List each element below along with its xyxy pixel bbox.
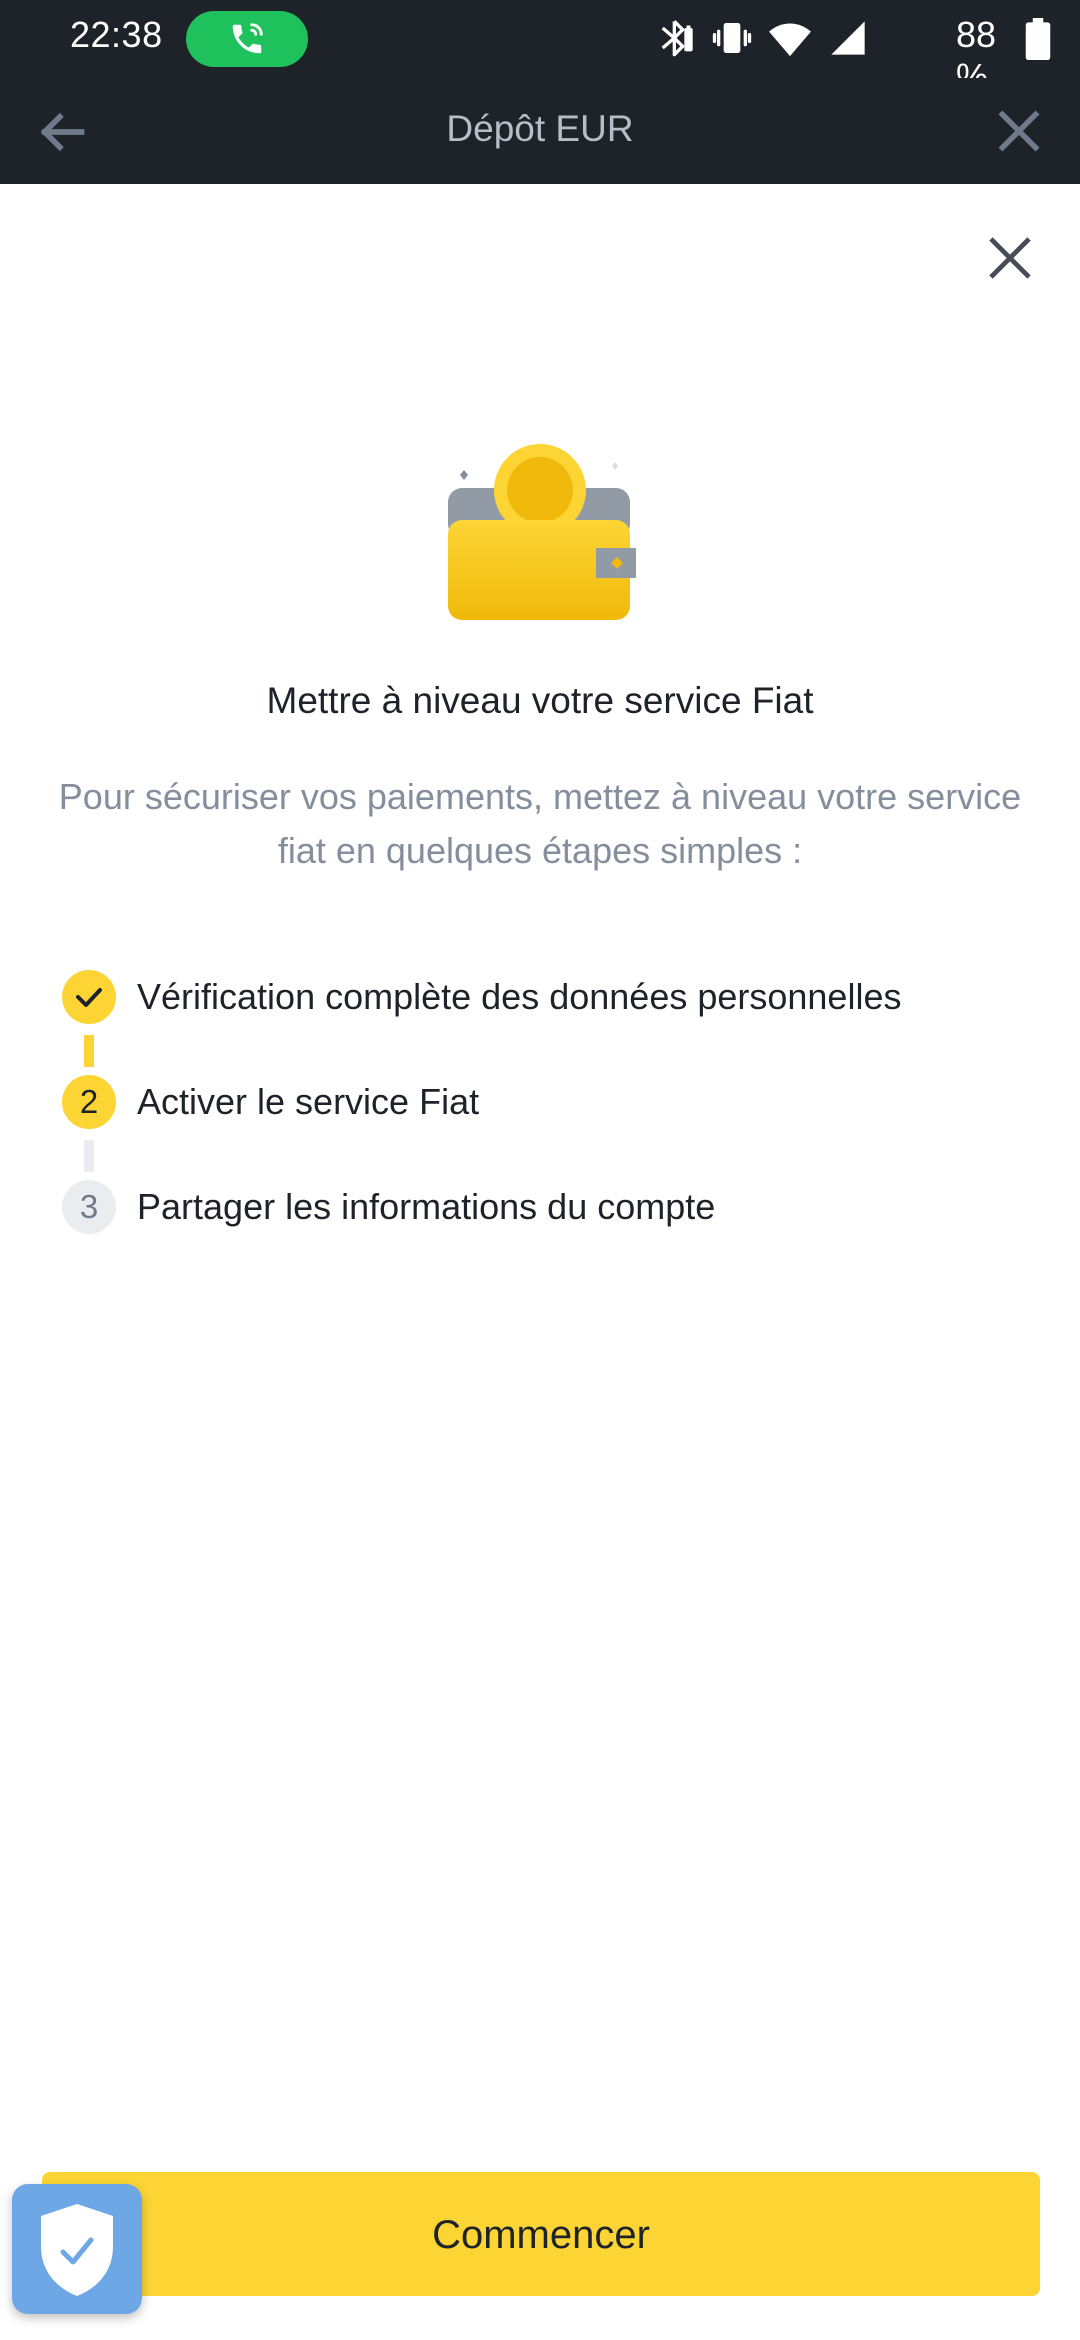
security-shield-badge[interactable] [12, 2184, 142, 2314]
checkmark-icon [76, 988, 102, 1007]
signal-icon [831, 21, 865, 55]
app-header: Dépôt EUR [0, 78, 1080, 184]
shield-check-icon [41, 2204, 113, 2296]
wifi-icon [769, 23, 811, 57]
wallet-coin-illustration [448, 444, 636, 620]
step-3-label: Partager les informations du compte [137, 1186, 716, 1227]
step-connector-1 [84, 1035, 94, 1067]
step-1-label: Vérification complète des données person… [137, 976, 902, 1017]
start-button[interactable]: Commencer [42, 2172, 1040, 2296]
step-2-indicator: 2 [62, 1075, 116, 1129]
step-1: Vérification complète des données person… [62, 970, 1042, 1026]
step-1-indicator [62, 970, 116, 1024]
step-connector-2 [84, 1140, 94, 1172]
phone-call-icon [232, 23, 263, 54]
headline: Mettre à niveau votre service Fiat [266, 680, 814, 721]
status-bar: 22:38 88 % [0, 0, 1080, 97]
battery-icon [1025, 18, 1051, 60]
step-2: 2 Activer le service Fiat [62, 1075, 1042, 1131]
step-2-label: Activer le service Fiat [137, 1081, 480, 1122]
modal-close-icon[interactable] [984, 232, 1036, 284]
status-time: 22:38 [70, 14, 163, 55]
page-title: Dépôt EUR [446, 108, 634, 149]
vibrate-icon [712, 23, 752, 53]
step-3: 3 Partager les informations du compte [62, 1180, 1042, 1236]
screen: 22:38 88 % Dépôt EUR Mettre à niveau vot… [0, 0, 1080, 2340]
step-3-indicator: 3 [62, 1180, 116, 1234]
close-icon[interactable] [994, 106, 1044, 156]
subtitle: Pour sécuriser vos paiements, mettez à n… [58, 776, 1022, 871]
ongoing-call-pill[interactable] [186, 11, 308, 67]
bluetooth-battery-icon [661, 20, 693, 57]
